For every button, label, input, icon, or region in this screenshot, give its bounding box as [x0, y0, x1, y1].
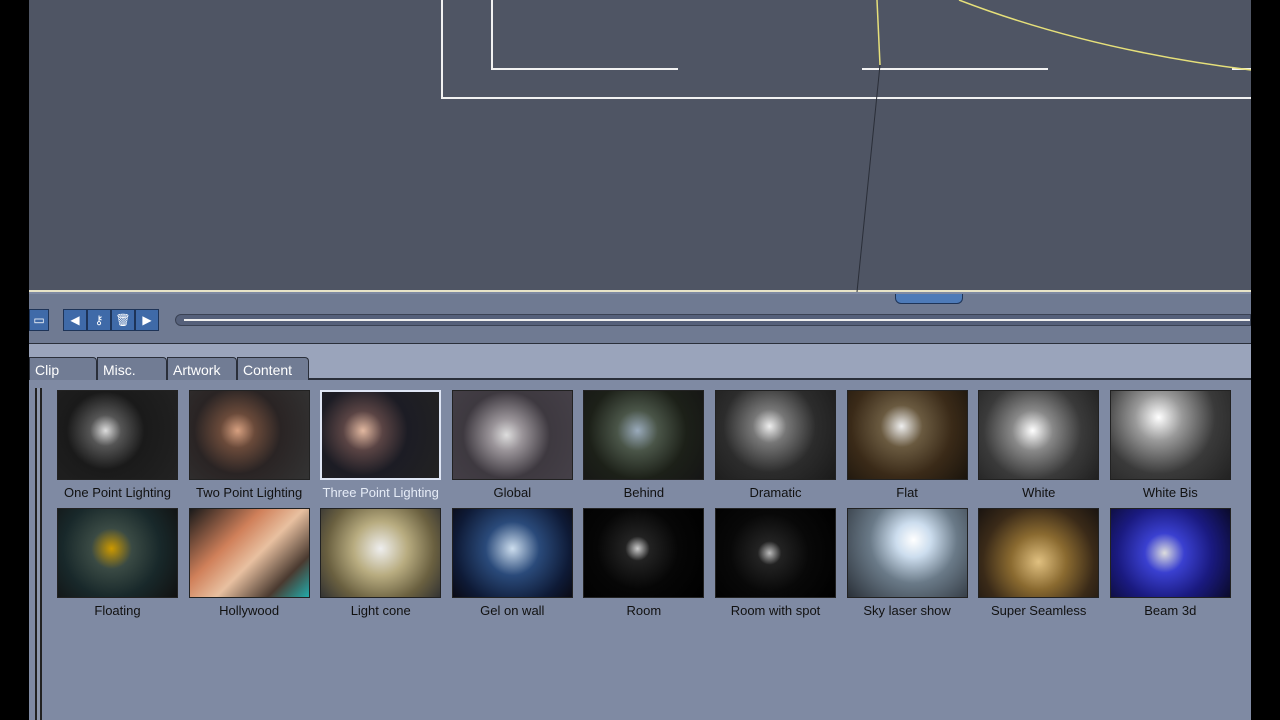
preset-thumbnail[interactable]	[583, 390, 705, 480]
preset-thumbnail[interactable]	[846, 390, 968, 480]
preset-item[interactable]: Beam 3d	[1109, 508, 1231, 618]
preset-label: Super Seamless	[990, 603, 1087, 618]
preset-label: Behind	[623, 485, 665, 500]
tab-clip[interactable]: Clip	[29, 357, 97, 380]
preset-label: White Bis	[1142, 485, 1198, 500]
key-icon[interactable]: ⚷	[87, 309, 111, 331]
tab-artwork[interactable]: Artwork	[167, 357, 237, 380]
preset-label: Flat	[896, 485, 918, 500]
light-guides	[856, 0, 1251, 292]
preset-thumbnail[interactable]	[57, 390, 178, 480]
preset-item[interactable]: Sky laser show	[846, 508, 968, 618]
preset-item[interactable]: Gel on wall	[451, 508, 573, 618]
preset-label: Floating	[94, 603, 141, 618]
preset-item[interactable]: Room	[583, 508, 705, 618]
preset-thumbnail[interactable]	[1109, 508, 1231, 598]
preset-item[interactable]: Room with spot	[715, 508, 836, 618]
preset-label: Beam 3d	[1144, 603, 1197, 618]
delete-key-icon[interactable]: 🗑	[111, 309, 135, 331]
preset-label: Light cone	[350, 603, 411, 618]
preset-thumbnail[interactable]	[715, 390, 836, 480]
preset-thumbnail[interactable]	[583, 508, 705, 598]
preset-thumbnail[interactable]	[320, 508, 442, 598]
preset-label: One Point Lighting	[64, 485, 171, 500]
preset-label: Global	[493, 485, 532, 500]
preset-thumbnail[interactable]	[451, 390, 573, 480]
preset-label: White	[1022, 485, 1056, 500]
preset-item[interactable]: Light cone	[320, 508, 442, 618]
preset-item[interactable]: Hollywood	[188, 508, 310, 618]
preset-label: Gel on wall	[480, 603, 545, 618]
preset-thumbnail[interactable]	[320, 390, 442, 480]
preset-label: Room with spot	[730, 603, 821, 618]
preset-item[interactable]: White	[978, 390, 1100, 500]
3d-viewport[interactable]	[29, 0, 1251, 292]
preset-item[interactable]: One Point Lighting	[57, 390, 178, 500]
app-window: ▭ ◀ ⚷ 🗑 ▶ Clip Misc. Artwork Content One…	[29, 0, 1251, 720]
preset-label: Hollywood	[219, 603, 280, 618]
preset-item[interactable]: Global	[451, 390, 573, 500]
preset-thumbnail[interactable]	[978, 508, 1100, 598]
preset-label: Room	[626, 603, 662, 618]
preset-item[interactable]: Super Seamless	[978, 508, 1100, 618]
preset-thumbnail[interactable]	[715, 508, 836, 598]
previous-key-icon[interactable]: ◀	[63, 309, 87, 331]
next-key-icon[interactable]: ▶	[135, 309, 159, 331]
preset-thumbnail[interactable]	[188, 508, 310, 598]
preset-thumbnail[interactable]	[57, 508, 178, 598]
preset-thumbnail[interactable]	[188, 390, 310, 480]
preset-label: Dramatic	[749, 485, 802, 500]
preset-item[interactable]: White Bis	[1109, 390, 1231, 500]
panel-resize-handle[interactable]	[895, 294, 963, 304]
preset-label: Sky laser show	[863, 603, 951, 618]
record-icon[interactable]: ▭	[29, 309, 49, 331]
preset-item[interactable]: Flat	[846, 390, 968, 500]
preset-thumbnail[interactable]	[978, 390, 1100, 480]
library-scrollbar[interactable]	[35, 388, 42, 720]
preset-thumbnail[interactable]	[846, 508, 968, 598]
preset-item[interactable]: Two Point Lighting	[188, 390, 310, 500]
tab-misc[interactable]: Misc.	[97, 357, 167, 380]
preset-label: Two Point Lighting	[195, 485, 303, 500]
preset-item[interactable]: Dramatic	[715, 390, 836, 500]
preset-item[interactable]: Three Point Lighting	[320, 390, 442, 500]
preset-item[interactable]: Behind	[583, 390, 705, 500]
lighting-presets-library: One Point Lighting Two Point Lighting Thre…	[29, 382, 1251, 720]
preset-thumbnail[interactable]	[1109, 390, 1231, 480]
tab-content[interactable]: Content	[237, 357, 309, 380]
preset-label: Three Point Lighting	[322, 485, 439, 500]
library-tabs: Clip Misc. Artwork Content	[29, 344, 1251, 380]
preset-item[interactable]: Floating	[57, 508, 178, 618]
preset-thumbnail[interactable]	[451, 508, 573, 598]
timeline-bar: ▭ ◀ ⚷ 🗑 ▶	[29, 294, 1251, 344]
timeline-slider[interactable]	[175, 314, 1251, 326]
